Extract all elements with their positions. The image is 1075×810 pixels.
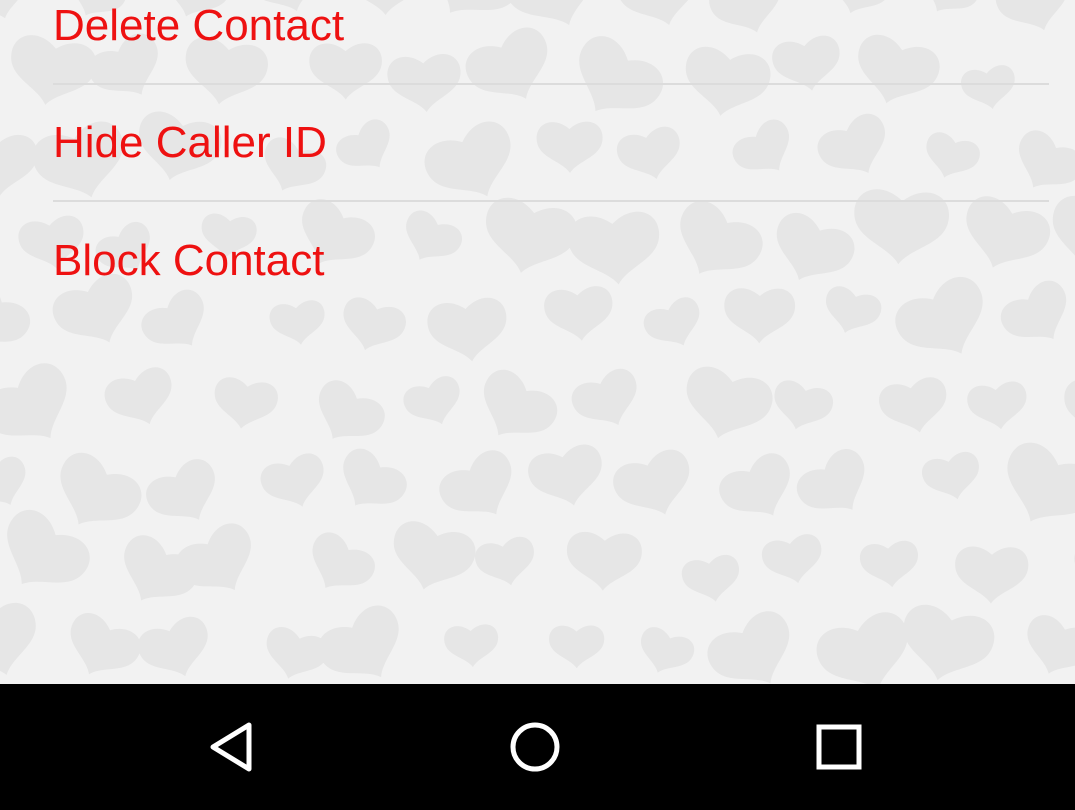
recents-button[interactable] [779, 684, 899, 810]
heart-shape [465, 362, 565, 457]
heart-shape [988, 435, 1075, 543]
heart-shape [443, 623, 500, 669]
hide-caller-id-option[interactable]: Hide Caller ID [53, 84, 1049, 201]
heart-shape [310, 598, 419, 684]
heart-shape [41, 445, 149, 546]
home-circle-icon [510, 722, 560, 772]
heart-shape [133, 612, 219, 684]
heart-shape [790, 442, 883, 531]
screen: Delete Contact Hide Caller ID Block Cont… [0, 0, 1075, 810]
heart-shape [140, 453, 231, 538]
delete-contact-label: Delete Contact [53, 0, 345, 50]
heart-shape [0, 134, 39, 198]
heart-shape [0, 452, 37, 518]
heart-shape [1061, 41, 1075, 112]
heart-shape [524, 440, 611, 515]
recents-square-icon [816, 724, 862, 770]
hide-caller-id-label: Hide Caller ID [53, 117, 327, 167]
heart-shape [169, 516, 270, 611]
heart-shape [954, 546, 1029, 605]
heart-shape [858, 539, 922, 591]
heart-shape [892, 600, 999, 684]
heart-shape [919, 449, 986, 506]
back-button[interactable] [173, 684, 293, 810]
heart-shape [0, 0, 34, 28]
heart-shape [759, 531, 828, 590]
heart-shape [0, 597, 49, 684]
heart-shape [256, 449, 334, 517]
heart-shape [100, 362, 183, 436]
options-panel: Delete Contact Hide Caller ID Block Cont… [0, 0, 1075, 684]
heart-shape [1062, 378, 1075, 440]
home-button[interactable] [475, 684, 595, 810]
heart-shape [472, 534, 541, 592]
heart-shape [565, 531, 643, 593]
heart-shape [297, 526, 381, 606]
heart-shape [767, 377, 837, 437]
heart-shape [713, 447, 806, 534]
heart-shape [700, 604, 809, 684]
heart-shape [549, 625, 605, 669]
heart-shape [0, 275, 37, 364]
heart-shape [432, 443, 530, 535]
heart-shape [56, 607, 147, 684]
heart-shape [0, 355, 89, 463]
heart-shape [965, 379, 1031, 434]
heart-shape [1064, 536, 1075, 608]
heart-shape [566, 363, 650, 439]
block-contact-label: Block Contact [53, 235, 325, 285]
heart-shape [209, 375, 281, 434]
back-triangle-icon [210, 722, 252, 772]
heart-shape [876, 374, 954, 440]
block-contact-option[interactable]: Block Contact [53, 202, 1049, 319]
heart-shape [326, 442, 413, 525]
heart-shape [675, 362, 778, 450]
heart-shape [383, 517, 480, 600]
delete-contact-option[interactable]: Delete Contact [53, 0, 1049, 84]
system-navigation-bar [0, 684, 1075, 810]
heart-shape [399, 372, 470, 435]
heart-shape [302, 374, 391, 457]
heart-shape [679, 552, 745, 607]
heart-shape [1015, 610, 1075, 684]
heart-shape [608, 444, 702, 528]
heart-shape [632, 623, 698, 682]
heart-shape [810, 606, 923, 684]
